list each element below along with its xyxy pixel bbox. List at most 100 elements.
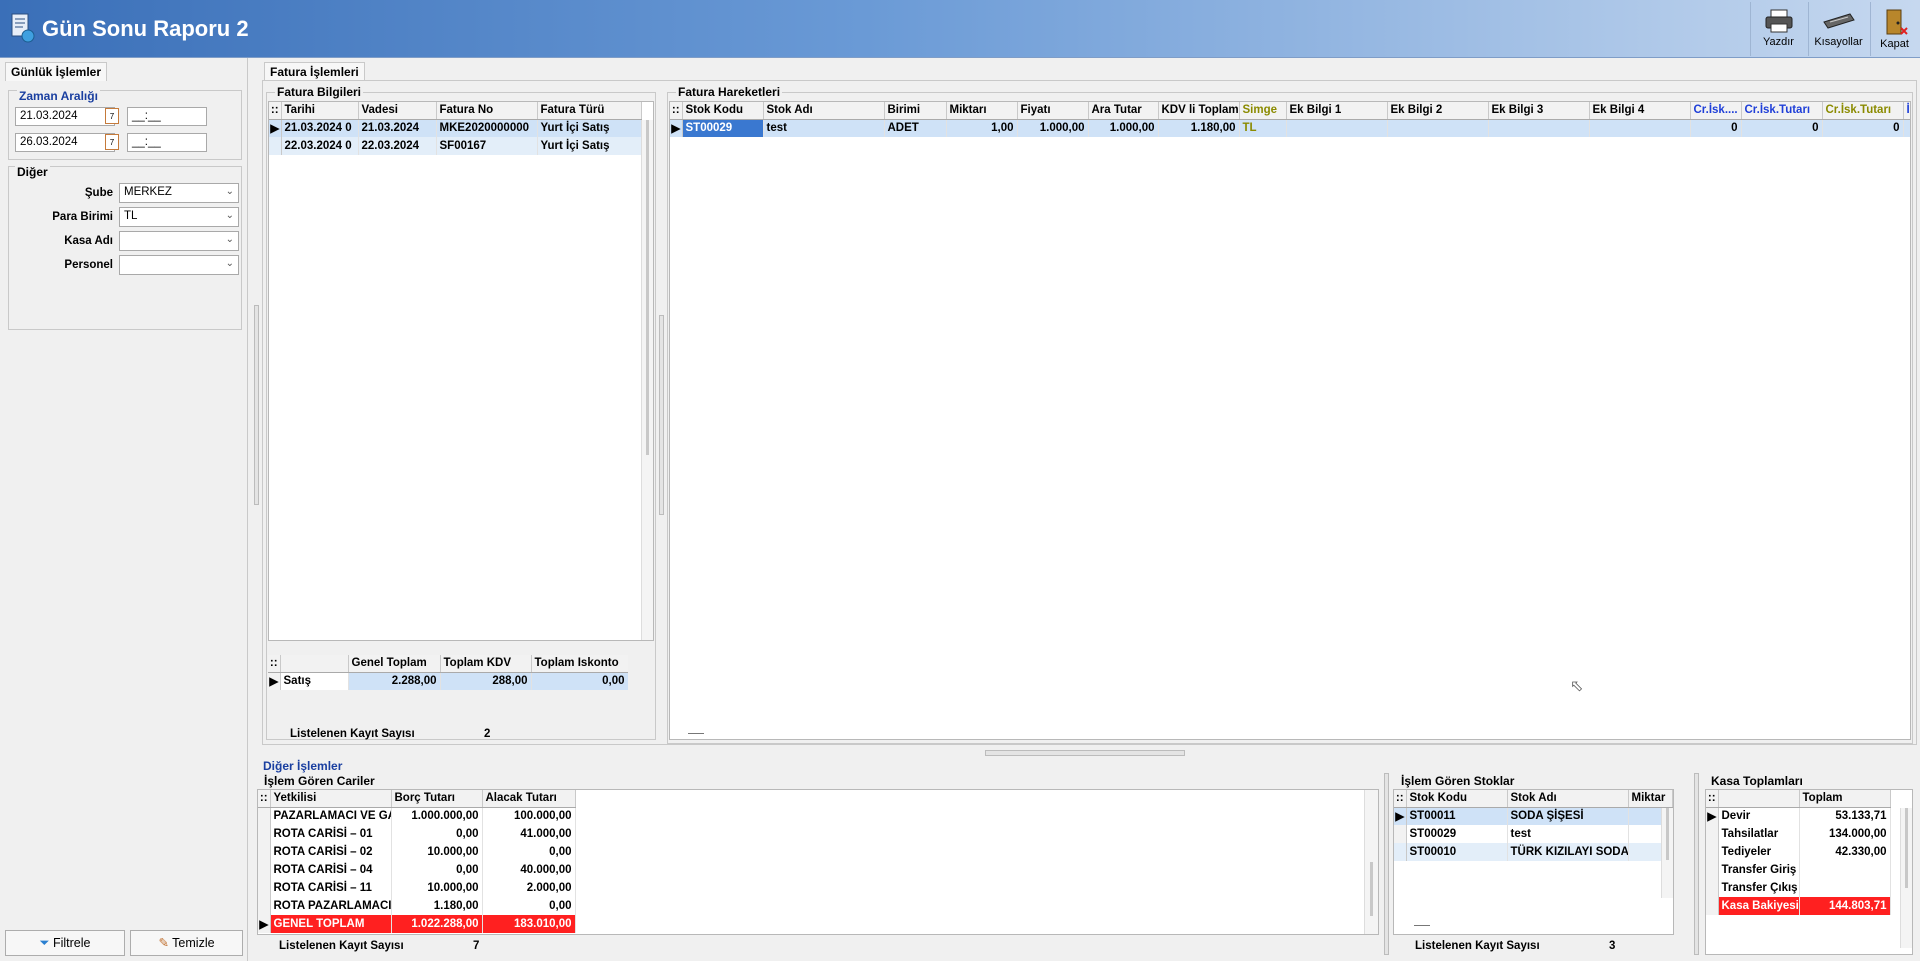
table-cell[interactable]: 21.03.2024 bbox=[358, 119, 437, 137]
table-cell[interactable]: 183.010,00 bbox=[482, 915, 576, 933]
table-row[interactable]: ROTA CARİSİ – 04 0,00 40.000,00 bbox=[258, 861, 576, 879]
table-cell[interactable]: 22.03.2024 bbox=[358, 137, 437, 155]
table-cell[interactable]: 0 bbox=[1741, 119, 1823, 137]
grid-drag-handle[interactable]: :: bbox=[1706, 790, 1719, 808]
col-header[interactable]: Ek Bilgi 1 bbox=[1286, 102, 1388, 120]
table-cell[interactable]: 2.288,00 bbox=[348, 672, 441, 690]
table-cell[interactable]: GENEL TOPLAM bbox=[270, 915, 392, 933]
table-row[interactable]: PAZARLAMACI VE GA 1.000.000,00 100.000,00 bbox=[258, 807, 576, 825]
table-cell[interactable]: 1.180,00 bbox=[391, 897, 483, 915]
table-cell[interactable]: test bbox=[1507, 825, 1629, 843]
table-cell[interactable] bbox=[1286, 119, 1388, 137]
table-cell[interactable]: TÜRK KIZILAYI SODA bbox=[1507, 843, 1629, 861]
col-header[interactable]: Stok Adı bbox=[763, 102, 885, 120]
stocks-grid[interactable]: :: Stok Kodu Stok Adı Miktar ▶ ST00011 S… bbox=[1393, 789, 1674, 935]
table-cell[interactable]: SODA ŞİŞESİ bbox=[1507, 807, 1629, 825]
table-row[interactable]: Tediyeler 42.330,00 bbox=[1706, 843, 1891, 861]
print-button[interactable]: Yazdır bbox=[1750, 2, 1806, 56]
table-cell[interactable]: 0,00 bbox=[531, 672, 628, 690]
table-cell[interactable]: 0,00 bbox=[391, 825, 483, 843]
scrollbar-thumb[interactable] bbox=[1666, 808, 1669, 860]
table-cell[interactable]: ROTA CARİSİ – 01 bbox=[270, 825, 392, 843]
table-cell[interactable] bbox=[1799, 879, 1891, 897]
vertical-scrollbar[interactable] bbox=[641, 120, 653, 640]
col-header[interactable]: Simge bbox=[1239, 102, 1287, 120]
table-cell[interactable]: Yurt İçi Satış bbox=[537, 119, 642, 137]
col-header[interactable]: Fiyatı bbox=[1017, 102, 1089, 120]
table-cell[interactable]: MKE2020000000 bbox=[436, 119, 538, 137]
table-cell[interactable]: PAZARLAMACI VE GA bbox=[270, 807, 392, 825]
table-cell[interactable]: ROTA CARİSİ – 04 bbox=[270, 861, 392, 879]
scrollbar-thumb[interactable] bbox=[646, 120, 649, 455]
clear-button[interactable]: ✎ Temizle bbox=[130, 930, 243, 956]
scrollbar-thumb[interactable] bbox=[1905, 808, 1908, 888]
close-button[interactable]: Kapat bbox=[1870, 2, 1918, 56]
col-header[interactable]: Ek Bilgi 3 bbox=[1488, 102, 1590, 120]
table-cell[interactable]: 1.022.288,00 bbox=[391, 915, 483, 933]
table-row[interactable]: Transfer Giriş bbox=[1706, 861, 1891, 879]
col-header[interactable]: Tarihi bbox=[281, 102, 359, 120]
col-header[interactable]: Ek Bilgi 2 bbox=[1387, 102, 1489, 120]
col-header[interactable]: Fatura No bbox=[436, 102, 538, 120]
table-cell[interactable]: ST00029 bbox=[1406, 825, 1508, 843]
invoice-lines-grid[interactable]: :: Stok Kodu Stok Adı Birimi Miktarı Fiy… bbox=[669, 101, 1911, 740]
accounts-grid[interactable]: :: Yetkilisi Borç Tutarı Alacak Tutarı P… bbox=[257, 789, 1379, 935]
table-row[interactable]: ▶ 21.03.2024 0 21.03.2024 MKE2020000000 … bbox=[269, 119, 642, 137]
table-cell[interactable]: 0 bbox=[1822, 119, 1904, 137]
table-cell[interactable]: Kasa Bakiyesi bbox=[1718, 897, 1800, 915]
stocks-splitter[interactable] bbox=[1694, 773, 1699, 955]
table-row[interactable]: Tahsilatlar 134.000,00 bbox=[1706, 825, 1891, 843]
col-header[interactable]: Yetkilisi bbox=[270, 790, 392, 808]
table-row[interactable]: Transfer Çıkış bbox=[1706, 879, 1891, 897]
table-cell[interactable]: Satış bbox=[280, 672, 349, 690]
table-cell[interactable]: ST00011 bbox=[1406, 807, 1508, 825]
table-cell[interactable]: 10.000,00 bbox=[391, 843, 483, 861]
table-cell[interactable]: 134.000,00 bbox=[1799, 825, 1891, 843]
col-header[interactable]: Stok Kodu bbox=[682, 102, 764, 120]
table-cell[interactable]: 53.133,71 bbox=[1799, 807, 1891, 825]
middle-splitter[interactable] bbox=[659, 315, 664, 515]
col-header[interactable]: Ek Bilgi 4 bbox=[1589, 102, 1691, 120]
table-cell[interactable] bbox=[1589, 119, 1691, 137]
col-header[interactable]: Alacak Tutarı bbox=[482, 790, 576, 808]
table-cell[interactable]: 0,00 bbox=[482, 843, 576, 861]
vertical-scrollbar[interactable] bbox=[1661, 808, 1673, 898]
col-header[interactable]: KDV li Toplam bbox=[1158, 102, 1240, 120]
calendar-icon[interactable]: 7 bbox=[105, 134, 119, 150]
col-header[interactable]: Stok Adı bbox=[1507, 790, 1629, 808]
col-header[interactable]: Cr.İsk.Tutarı bbox=[1822, 102, 1904, 120]
branch-select[interactable]: MERKEZ ⌄ bbox=[119, 183, 239, 203]
table-cell[interactable]: Tahsilatlar bbox=[1718, 825, 1800, 843]
staff-select[interactable]: ⌄ bbox=[119, 255, 239, 275]
table-row[interactable]: ROTA CARİSİ – 11 10.000,00 2.000,00 bbox=[258, 879, 576, 897]
col-header[interactable]: İ bbox=[1903, 102, 1910, 120]
grid-drag-handle[interactable]: :: bbox=[269, 102, 282, 120]
table-cell[interactable]: test bbox=[763, 119, 885, 137]
table-cell[interactable]: 100.000,00 bbox=[482, 807, 576, 825]
col-header[interactable]: Toplam bbox=[1799, 790, 1891, 808]
accounts-splitter[interactable] bbox=[1384, 773, 1389, 955]
col-header[interactable]: Fatura Türü bbox=[537, 102, 642, 120]
table-cell[interactable]: ST00029 bbox=[682, 119, 764, 137]
table-cell[interactable] bbox=[1488, 119, 1590, 137]
table-cell[interactable]: SF00167 bbox=[436, 137, 538, 155]
col-header[interactable]: Vadesi bbox=[358, 102, 437, 120]
grid-drag-handle[interactable]: :: bbox=[258, 790, 271, 808]
table-cell[interactable]: Tediyeler bbox=[1718, 843, 1800, 861]
table-cell[interactable] bbox=[1387, 119, 1489, 137]
table-cell[interactable]: 1,00 bbox=[946, 119, 1018, 137]
table-cell[interactable]: 10.000,00 bbox=[391, 879, 483, 897]
start-date-input[interactable]: 21.03.2024 bbox=[15, 107, 115, 126]
table-row[interactable]: ROTA PAZARLAMACI 1.180,00 0,00 bbox=[258, 897, 576, 915]
table-cell[interactable]: ROTA CARİSİ – 11 bbox=[270, 879, 392, 897]
col-header[interactable]: Miktar bbox=[1628, 790, 1673, 808]
col-header[interactable]: Cr.İsk.Tutarı bbox=[1741, 102, 1823, 120]
vertical-scrollbar[interactable] bbox=[1364, 790, 1378, 934]
table-cell[interactable] bbox=[1903, 119, 1910, 137]
start-time-input[interactable]: __:__ bbox=[127, 107, 207, 126]
table-cell[interactable]: ADET bbox=[884, 119, 947, 137]
invoice-grid[interactable]: :: Tarihi Vadesi Fatura No Fatura Türü ▶… bbox=[268, 101, 654, 641]
table-cell[interactable]: 41.000,00 bbox=[482, 825, 576, 843]
table-cell[interactable]: 1.000,00 bbox=[1017, 119, 1089, 137]
scrollbar-thumb[interactable] bbox=[1370, 862, 1373, 916]
